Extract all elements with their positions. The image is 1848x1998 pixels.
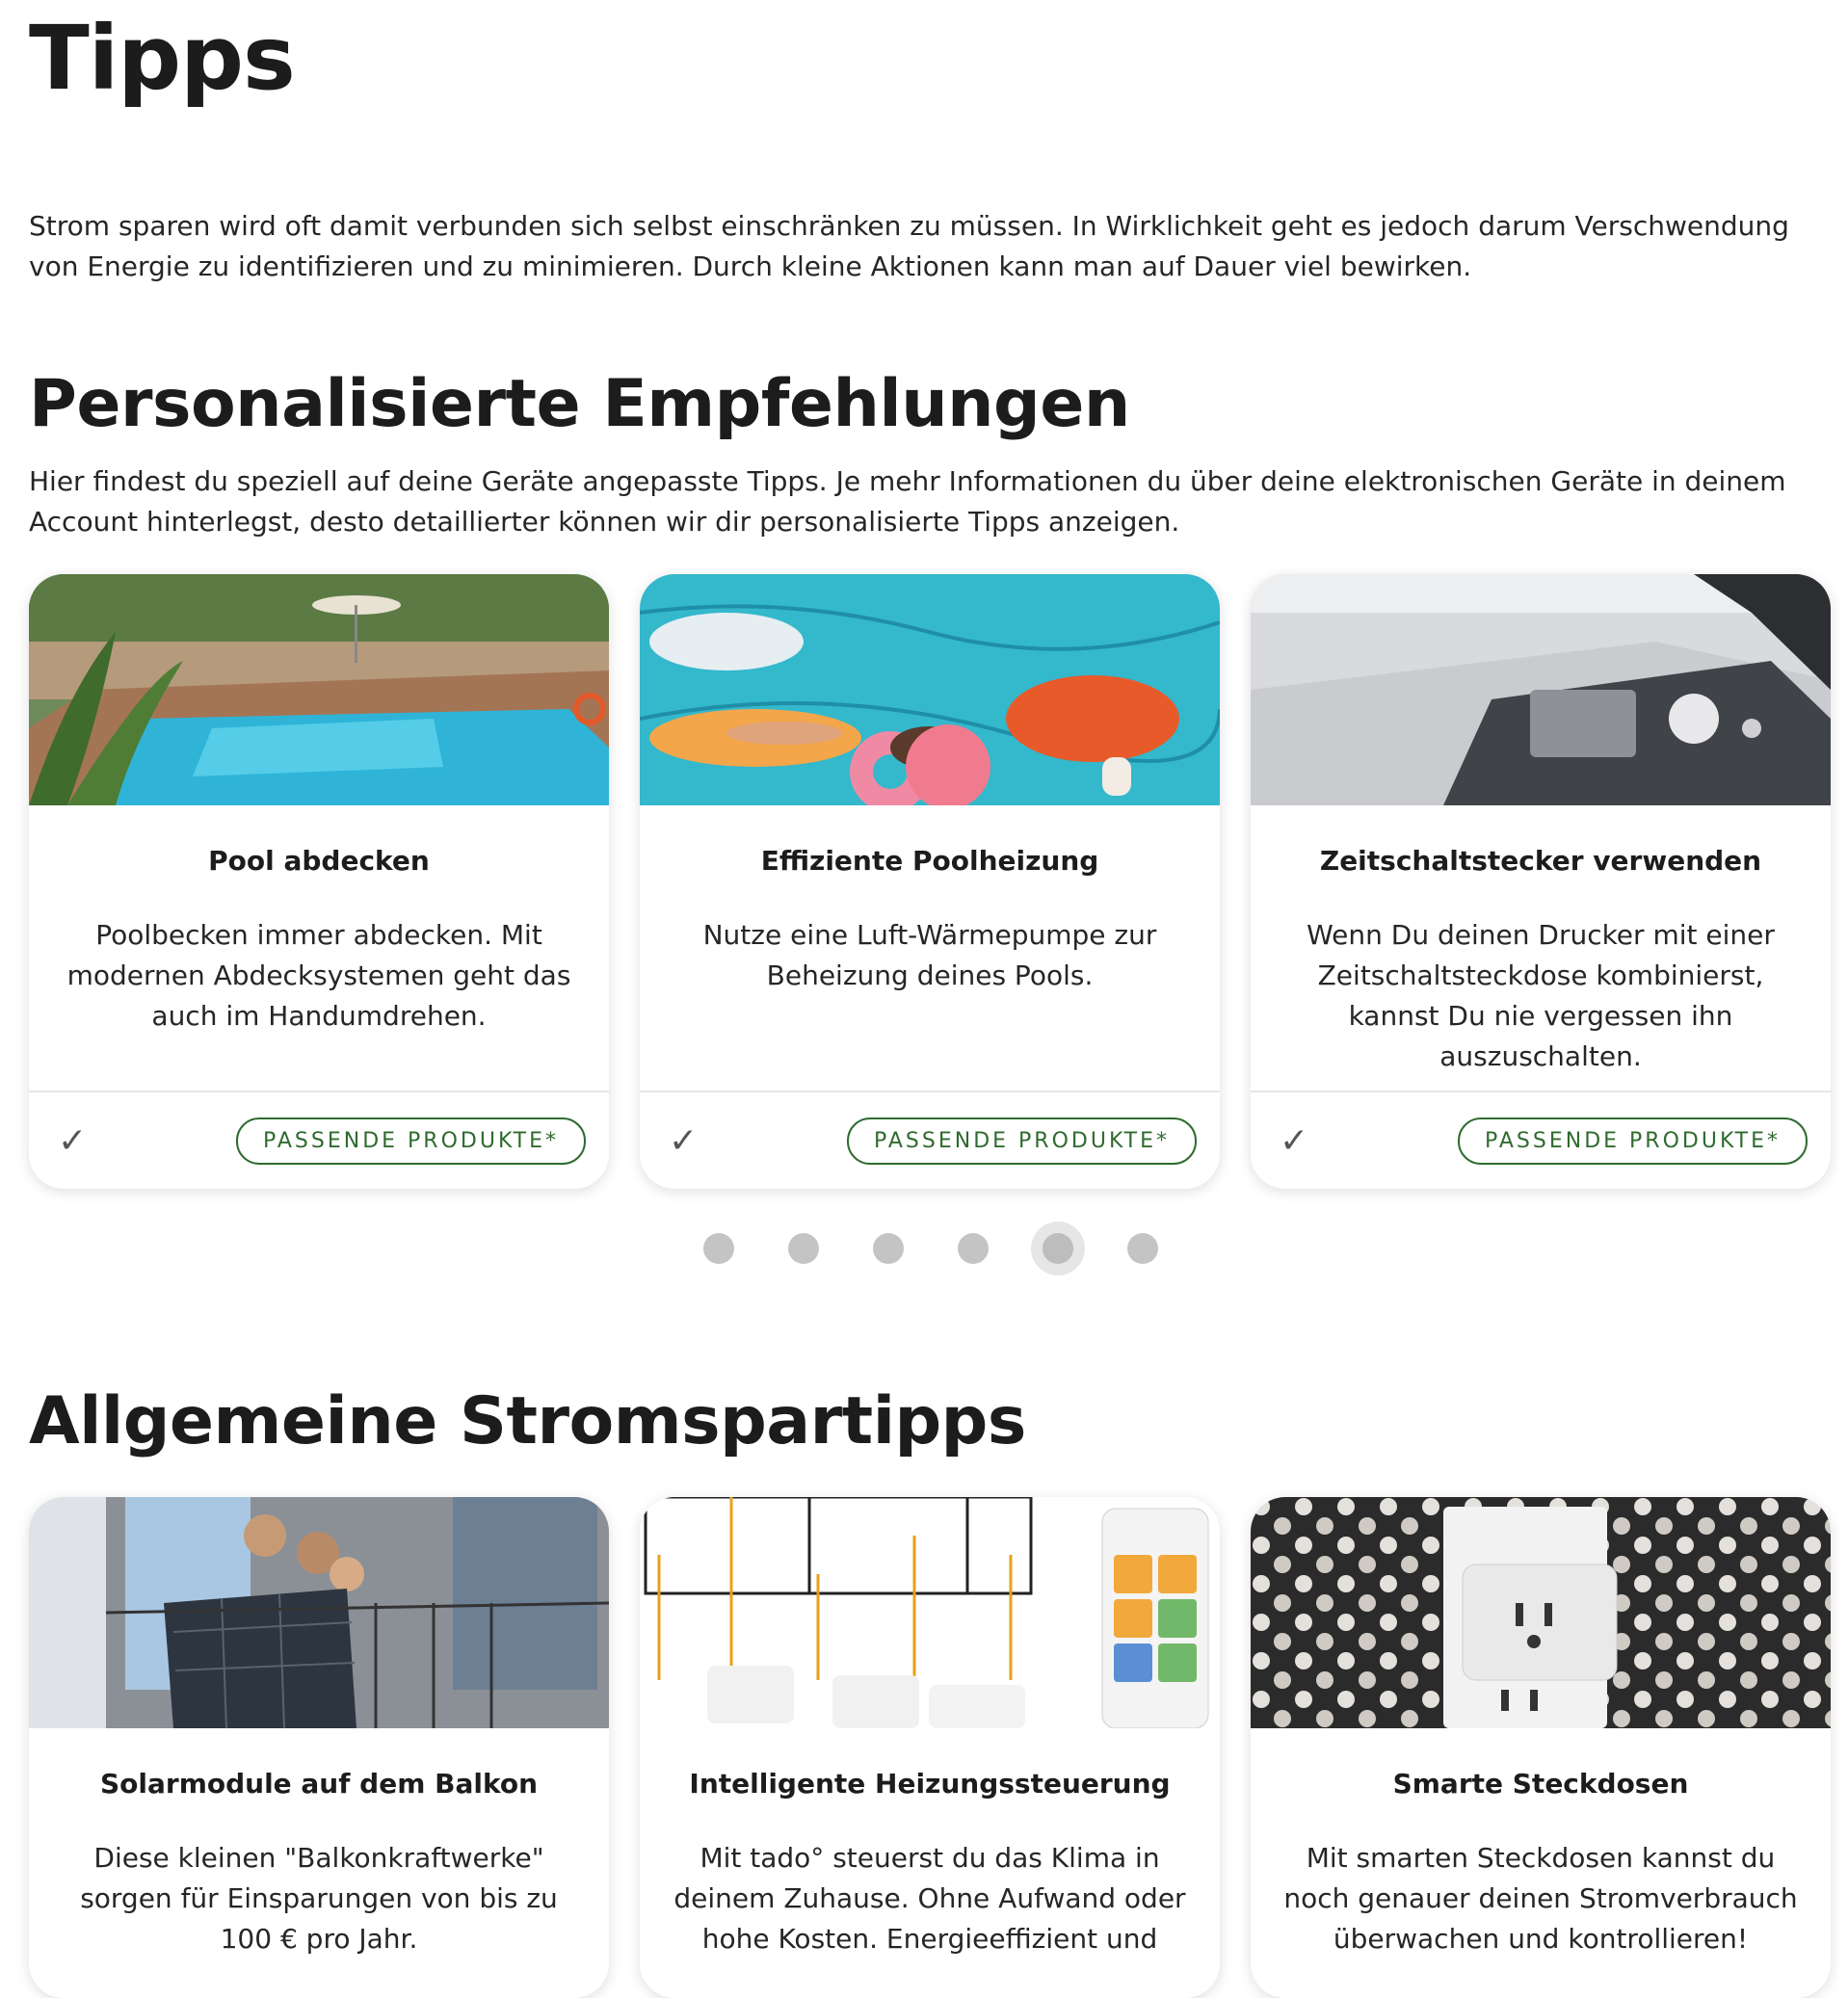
carousel-dot[interactable] [958, 1233, 989, 1264]
matching-products-button[interactable]: PASSENDE PRODUKTE* [847, 1117, 1197, 1165]
carousel-dot[interactable] [873, 1233, 904, 1264]
tip-card: Solarmodule auf dem Balkon Diese kleinen… [29, 1497, 609, 1998]
card-body: Smarte Steckdosen Mit smarten Steckdosen… [1251, 1728, 1831, 1998]
carousel-pagination [703, 1233, 1158, 1264]
card-text: Poolbecken immer abdecken. Mit modernen … [66, 919, 571, 1032]
heating-control-image [640, 1497, 1220, 1728]
card-title: Pool abdecken [208, 845, 430, 877]
carousel-dot[interactable] [1127, 1233, 1158, 1264]
card-text: Mit smarten Steckdosen kannst du noch ge… [1283, 1842, 1798, 1955]
page-title: Tipps [29, 7, 296, 110]
card-text: Diese kleinen "Balkonkraftwerke" sorgen … [80, 1842, 558, 1955]
card-body: Solarmodule auf dem Balkon Diese kleinen… [29, 1728, 609, 1998]
personalized-description: Hier findest du speziell auf deine Gerät… [29, 465, 1786, 538]
carousel-dot[interactable] [703, 1233, 734, 1264]
check-icon[interactable]: ✓ [1280, 1121, 1308, 1161]
card-text: Wenn Du deinen Drucker mit einer Zeitsch… [1307, 919, 1775, 1072]
check-icon[interactable]: ✓ [669, 1121, 698, 1161]
card-title: Intelligente Heizungssteuerung [689, 1768, 1171, 1800]
tip-card: Pool abdecken Poolbecken immer abdecken.… [29, 574, 609, 1189]
carousel-dot[interactable] [788, 1233, 819, 1264]
matching-products-button[interactable]: PASSENDE PRODUKTE* [1458, 1117, 1808, 1165]
tip-card: Effiziente Poolheizung Nutze eine Luft-W… [640, 574, 1220, 1189]
tip-card: Intelligente Heizungssteuerung Mit tado°… [640, 1497, 1220, 1998]
general-section-title: Allgemeine Stromspartipps [29, 1383, 1026, 1459]
card-body: Zeitschaltstecker verwenden Wenn Du dein… [1251, 805, 1831, 1091]
tip-card: Smarte Steckdosen Mit smarten Steckdosen… [1251, 1497, 1831, 1998]
card-footer: ✓ PASSENDE PRODUKTE* [29, 1091, 609, 1189]
printer-image [1251, 574, 1831, 805]
pool-garden-image [29, 574, 609, 805]
card-footer: ✓ PASSENDE PRODUKTE* [640, 1091, 1220, 1189]
tip-card: Zeitschaltstecker verwenden Wenn Du dein… [1251, 574, 1831, 1189]
card-footer: ✓ PASSENDE PRODUKTE* [1251, 1091, 1831, 1189]
card-title: Zeitschaltstecker verwenden [1319, 845, 1762, 877]
carousel-dot-active[interactable] [1043, 1233, 1073, 1264]
smart-plug-image [1251, 1497, 1831, 1728]
card-body: Pool abdecken Poolbecken immer abdecken.… [29, 805, 609, 1091]
card-body: Effiziente Poolheizung Nutze eine Luft-W… [640, 805, 1220, 1091]
card-title: Effiziente Poolheizung [760, 845, 1099, 877]
card-text: Mit tado° steuerst du das Klima in deine… [673, 1842, 1186, 1955]
pool-floats-image [640, 574, 1220, 805]
card-body: Intelligente Heizungssteuerung Mit tado°… [640, 1728, 1220, 1998]
card-text: Nutze eine Luft-Wärmepumpe zur Beheizung… [702, 919, 1157, 991]
matching-products-button[interactable]: PASSENDE PRODUKTE* [236, 1117, 586, 1165]
check-icon[interactable]: ✓ [58, 1121, 87, 1161]
card-title: Solarmodule auf dem Balkon [99, 1768, 538, 1800]
personalized-section-title: Personalisierte Empfehlungen [29, 366, 1130, 442]
general-tips-list: Solarmodule auf dem Balkon Diese kleinen… [29, 1497, 1831, 1998]
personalized-carousel: Pool abdecken Poolbecken immer abdecken.… [29, 574, 1831, 1189]
card-title: Smarte Steckdosen [1392, 1768, 1689, 1800]
intro-text: Strom sparen wird oft damit verbunden si… [29, 210, 1789, 282]
balcony-solar-image [29, 1497, 609, 1728]
